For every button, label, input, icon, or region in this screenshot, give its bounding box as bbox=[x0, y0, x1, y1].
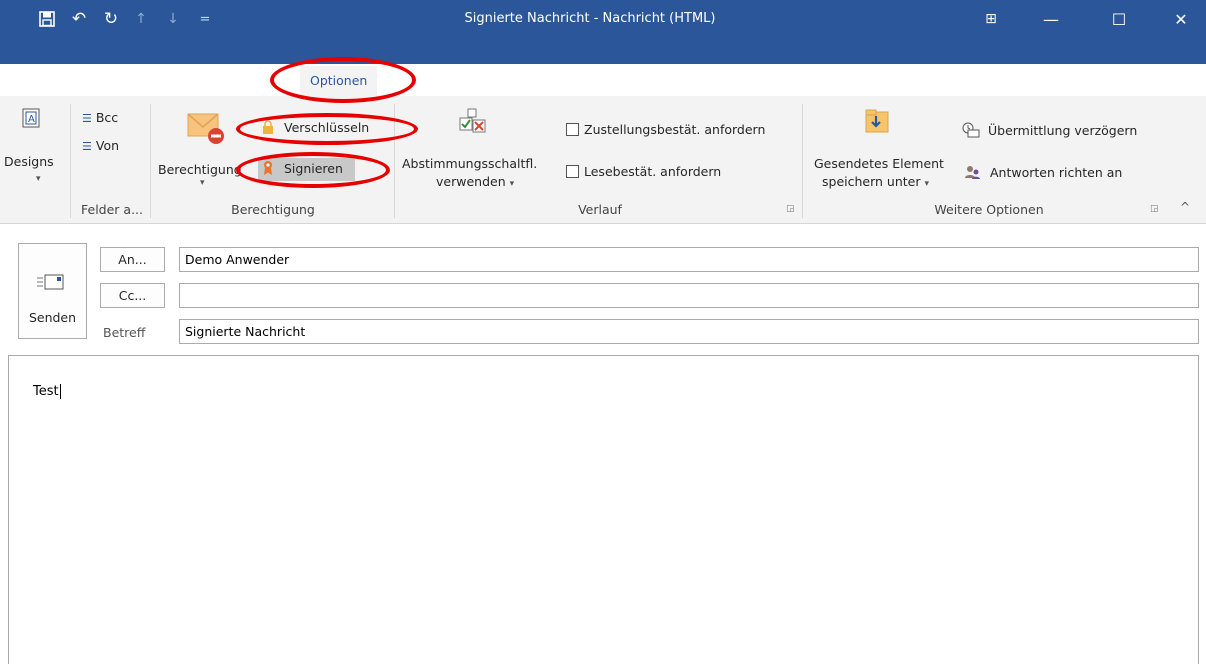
arrow-down-icon[interactable]: ↓ bbox=[158, 0, 188, 38]
chevron-down-icon: ▾ bbox=[36, 174, 41, 184]
von-button[interactable]: ☰ Von bbox=[82, 138, 119, 153]
people-icon bbox=[964, 164, 982, 183]
delivery-receipt-label: Zustellungsbestät. anfordern bbox=[584, 122, 766, 137]
voting-buttons-label-2[interactable]: verwenden ▾ bbox=[436, 174, 514, 189]
tab-optionen[interactable]: Optionen bbox=[300, 66, 378, 98]
ribbon-separator bbox=[394, 104, 395, 218]
voting-buttons-icon[interactable] bbox=[458, 108, 488, 141]
subject-label: Betreff bbox=[103, 325, 146, 340]
read-receipt-checkbox[interactable]: Lesebestät. anfordern bbox=[566, 164, 721, 179]
ribbon-separator bbox=[70, 104, 71, 218]
designs-icon[interactable]: A bbox=[22, 108, 40, 131]
window-title: Signierte Nachricht - Nachricht (HTML) bbox=[464, 11, 716, 26]
chevron-down-icon: ▾ bbox=[509, 179, 515, 189]
sign-label: Signieren bbox=[283, 161, 343, 176]
lock-icon bbox=[262, 120, 274, 137]
chevron-down-icon: ▾ bbox=[924, 179, 930, 189]
voting-buttons-label[interactable]: Abstimmungsschaltfl. bbox=[402, 156, 537, 171]
to-button[interactable]: An... bbox=[100, 247, 165, 272]
group-label-verlauf: Verlauf bbox=[578, 202, 622, 217]
outlook-compose-window: ↶ ↻ ↑ ↓ = Signierte Nachricht - Nachrich… bbox=[0, 0, 1206, 664]
customize-toolbar-icon[interactable]: = bbox=[190, 0, 220, 38]
dialog-launcher-icon[interactable]: ◲ bbox=[786, 204, 795, 214]
bcc-button[interactable]: ☰ Bcc bbox=[82, 110, 118, 125]
ribbon-display-options-icon[interactable]: ⊞ bbox=[968, 0, 1014, 38]
permission-envelope-icon[interactable] bbox=[186, 108, 226, 151]
tell-me-search[interactable]: Was möchten Sie tun? bbox=[744, 66, 908, 96]
direct-replies-label: Antworten richten an bbox=[989, 165, 1123, 180]
send-envelope-icon bbox=[37, 272, 65, 295]
minimize-button[interactable]: — bbox=[1028, 0, 1074, 38]
tab-hilfe[interactable]: Hilfe bbox=[672, 66, 708, 96]
tab-text-formatieren[interactable]: Text formatieren bbox=[406, 66, 517, 96]
group-label-berechtigung: Berechtigung bbox=[231, 202, 315, 217]
cc-button[interactable]: Cc... bbox=[100, 283, 165, 308]
collapse-ribbon-icon[interactable]: ^ bbox=[1180, 200, 1190, 214]
save-sent-item-icon[interactable] bbox=[864, 108, 894, 141]
direct-replies-button[interactable]: Antworten richten an bbox=[964, 164, 1122, 183]
group-label-felder: Felder a... bbox=[81, 202, 143, 217]
tab-nachricht[interactable]: Nachricht bbox=[100, 66, 168, 96]
group-label-weitere-optionen: Weitere Optionen bbox=[934, 202, 1044, 217]
redo-icon[interactable]: ↻ bbox=[96, 0, 126, 38]
encrypt-label: Verschlüsseln bbox=[283, 120, 370, 135]
save-sent-item-label-2[interactable]: speichern unter ▾ bbox=[822, 174, 929, 189]
save-icon[interactable] bbox=[32, 0, 62, 38]
save-sent-item-label[interactable]: Gesendetes Element bbox=[814, 156, 944, 171]
permission-button[interactable]: Berechtigung bbox=[158, 162, 242, 177]
clock-envelope-icon bbox=[962, 122, 980, 141]
cc-field[interactable] bbox=[179, 283, 1199, 308]
sign-button[interactable]: Signieren bbox=[258, 158, 355, 181]
ribbon-separator bbox=[150, 104, 151, 218]
ribbon-separator bbox=[802, 104, 803, 218]
von-icon: ☰ bbox=[82, 140, 92, 153]
lightbulb-icon bbox=[748, 66, 760, 96]
read-receipt-label: Lesebestät. anfordern bbox=[584, 164, 722, 179]
delay-delivery-button[interactable]: Übermittlung verzögern bbox=[962, 122, 1137, 141]
tab-ueberpruefen[interactable]: Überprüfen bbox=[556, 66, 635, 96]
message-body[interactable]: Test bbox=[8, 355, 1199, 664]
checkbox-box[interactable] bbox=[566, 123, 579, 136]
subject-field[interactable]: Signierte Nachricht bbox=[179, 319, 1199, 344]
checkbox-box[interactable] bbox=[566, 165, 579, 178]
undo-icon[interactable]: ↶ bbox=[64, 0, 94, 38]
designs-button[interactable]: Designs bbox=[4, 154, 54, 169]
bcc-label: Bcc bbox=[95, 110, 119, 125]
arrow-up-icon[interactable]: ↑ bbox=[126, 0, 156, 38]
svg-text:A: A bbox=[28, 114, 35, 125]
dialog-launcher-icon[interactable]: ◲ bbox=[1150, 204, 1159, 214]
von-label: Von bbox=[95, 138, 120, 153]
save-sent-item-label-line2: speichern unter bbox=[822, 174, 921, 189]
message-body-text: Test bbox=[33, 384, 61, 399]
ribbon: A Designs ▾ ☰ Bcc ☰ Von Felder a... Bere… bbox=[0, 96, 1206, 224]
to-field[interactable]: Demo Anwender bbox=[179, 247, 1199, 272]
bcc-icon: ☰ bbox=[82, 112, 92, 125]
send-label: Senden bbox=[28, 310, 77, 325]
maximize-button[interactable]: ☐ bbox=[1096, 0, 1142, 38]
tab-einfuegen[interactable]: Einfügen bbox=[204, 66, 267, 96]
encrypt-button[interactable]: Verschlüsseln bbox=[262, 120, 369, 137]
tab-datei[interactable]: Datei bbox=[26, 66, 67, 96]
voting-buttons-label-line2: verwenden bbox=[436, 174, 506, 189]
chevron-down-icon: ▾ bbox=[200, 178, 205, 188]
tell-me-label: Was möchten Sie tun? bbox=[765, 73, 905, 88]
delivery-receipt-checkbox[interactable]: Zustellungsbestät. anfordern bbox=[566, 122, 765, 137]
close-button[interactable]: ✕ bbox=[1158, 0, 1204, 38]
delay-delivery-label: Übermittlung verzögern bbox=[987, 123, 1138, 138]
send-button[interactable]: Senden bbox=[18, 243, 87, 339]
certificate-ribbon-icon bbox=[262, 160, 274, 179]
